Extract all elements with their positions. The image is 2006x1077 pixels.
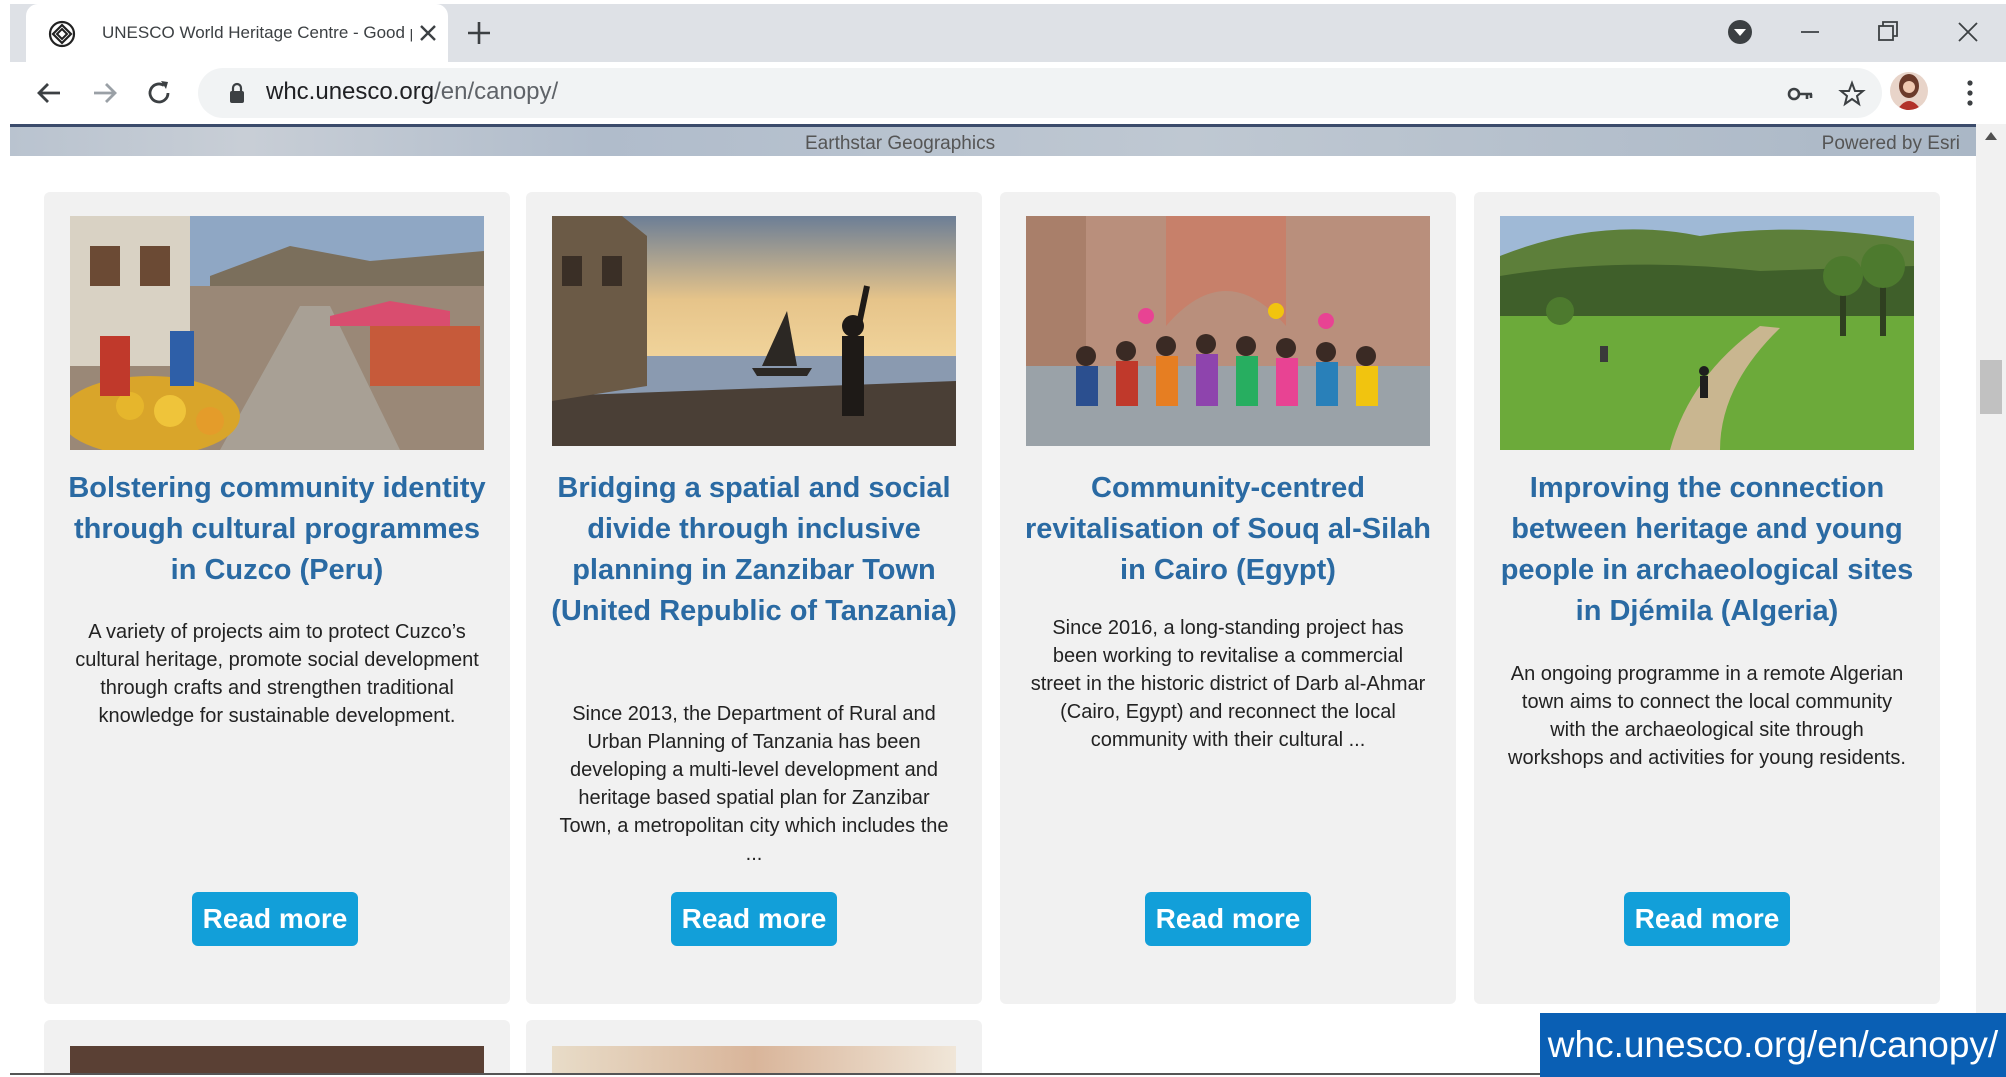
read-more-button[interactable]: Read more <box>671 892 837 946</box>
browser-toolbar: whc.unesco.org/en/canopy/ <box>10 62 2006 124</box>
lock-icon <box>230 82 244 103</box>
card-description: An ongoing programme in a remote Algeria… <box>1508 663 1906 769</box>
bookmark-star-icon[interactable] <box>1838 80 1866 108</box>
cuzco-market-image[interactable] <box>70 216 484 450</box>
restore-window-icon[interactable] <box>1874 18 1902 46</box>
image-placeholder-icon <box>1026 216 1430 446</box>
url-caption-overlay: whc.unesco.org/en/canopy/ <box>1540 1013 2006 1077</box>
close-window-icon[interactable] <box>1954 18 1982 46</box>
page-scrollbar[interactable] <box>1976 124 2006 1074</box>
card-title[interactable]: Bridging a spatial and social divide thr… <box>546 468 962 632</box>
project-card: Community-centred revitalisation of Souq… <box>1000 192 1456 1004</box>
minimize-window-icon[interactable] <box>1796 18 1824 46</box>
new-tab-icon[interactable] <box>464 18 494 48</box>
back-arrow-icon[interactable] <box>32 76 66 110</box>
scroll-thumb[interactable] <box>1980 360 2002 414</box>
map-attribution-left: Earthstar Geographics <box>805 133 996 154</box>
read-more-button[interactable]: Read more <box>1624 892 1790 946</box>
scroll-up-arrow-icon[interactable] <box>1985 130 1997 140</box>
read-more-button[interactable]: Read more <box>1145 892 1311 946</box>
card-title[interactable]: Community-centred revitalisation of Souq… <box>1020 468 1436 591</box>
map-attribution-right[interactable]: Powered by Esri <box>1822 133 1960 155</box>
image-placeholder-icon <box>70 216 484 450</box>
address-bar[interactable]: whc.unesco.org/en/canopy/ <box>198 68 1882 118</box>
zanzibar-beach-image[interactable] <box>552 216 956 446</box>
project-card: Improving the connection between heritag… <box>1474 192 1940 1004</box>
tab-title: UNESCO World Heritage Centre - Good prac <box>102 23 412 42</box>
card-description: Since 2013, the Department of Rural and … <box>559 703 949 865</box>
browser-tab[interactable]: UNESCO World Heritage Centre - Good prac <box>26 4 448 62</box>
profile-avatar[interactable] <box>1890 72 1928 110</box>
profile-dropdown-icon[interactable] <box>1726 18 1754 46</box>
card-description: Since 2016, a long-standing project has … <box>1030 617 1426 751</box>
url-text: whc.unesco.org/en/canopy/ <box>266 78 559 105</box>
map-attribution-bar: Earthstar Geographics Powered by Esri <box>10 124 1976 156</box>
project-card: Bridging a spatial and social divide thr… <box>526 192 982 1004</box>
read-more-button[interactable]: Read more <box>192 892 358 946</box>
key-icon[interactable] <box>1786 80 1814 108</box>
reload-icon[interactable] <box>142 76 176 110</box>
image-placeholder-icon <box>1500 216 1914 450</box>
project-card: Bolstering community identity through cu… <box>44 192 510 1004</box>
more-menu-icon[interactable] <box>1958 76 1982 110</box>
unesco-favicon-icon <box>48 20 76 48</box>
project-image-partial[interactable] <box>70 1046 484 1074</box>
project-image-partial[interactable] <box>552 1046 956 1074</box>
user-avatar-icon <box>1897 74 1921 110</box>
card-title[interactable]: Bolstering community identity through cu… <box>64 468 490 591</box>
cairo-children-image[interactable] <box>1026 216 1430 446</box>
page-content: Bolstering community identity through cu… <box>10 156 1976 1074</box>
djemila-field-image[interactable] <box>1500 216 1914 450</box>
card-description: A variety of projects aim to protect Cuz… <box>75 621 479 727</box>
close-tab-icon[interactable] <box>416 21 440 45</box>
project-card-partial <box>526 1020 982 1074</box>
forward-arrow-icon[interactable] <box>88 76 122 110</box>
card-title[interactable]: Improving the connection between heritag… <box>1494 468 1920 632</box>
browser-tab-bar: UNESCO World Heritage Centre - Good prac <box>10 4 2006 62</box>
project-card-partial <box>44 1020 510 1074</box>
image-placeholder-icon <box>552 216 956 446</box>
